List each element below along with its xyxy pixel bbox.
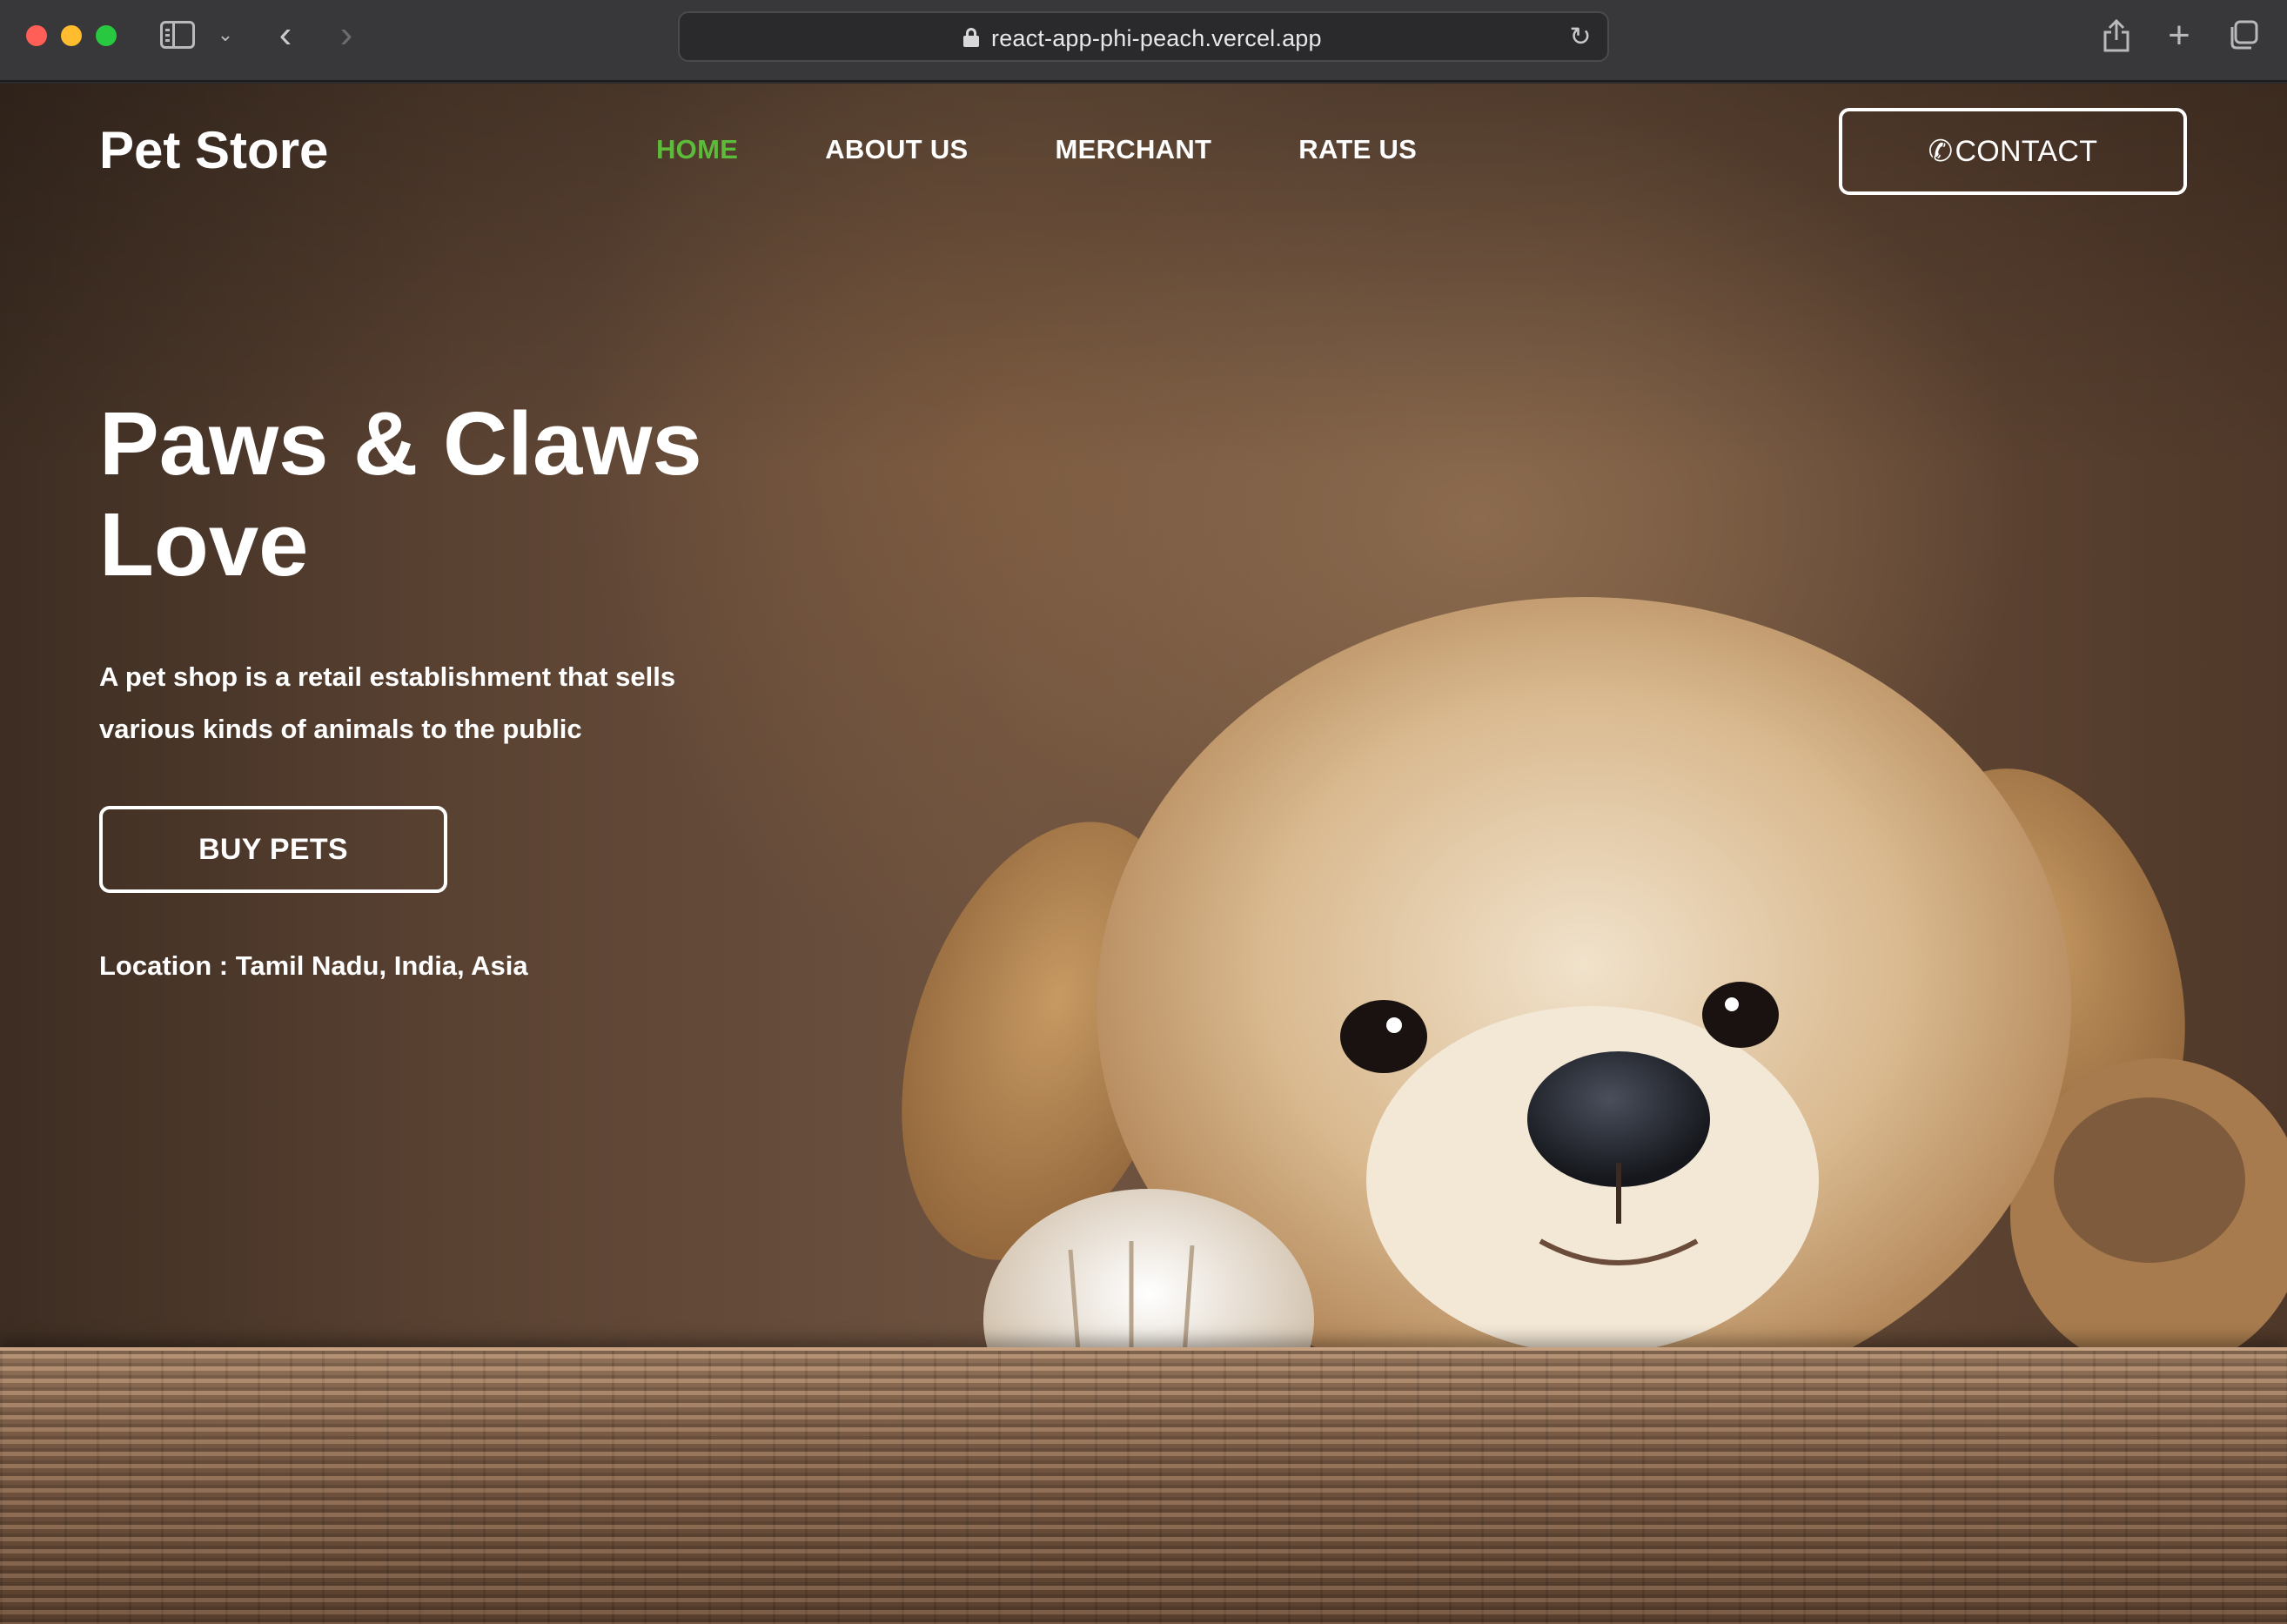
url-text[interactable]: react-app-phi-peach.vercel.app xyxy=(991,25,1322,52)
nav-merchant[interactable]: MERCHANT xyxy=(1056,134,1212,165)
hero-title: Paws & Claws Love xyxy=(99,393,702,595)
nav-about-us[interactable]: ABOUT US xyxy=(825,134,968,165)
back-arrow-icon[interactable]: ‹ xyxy=(268,13,303,56)
hero-title-line-2: Love xyxy=(99,494,309,594)
nav-home[interactable]: HOME xyxy=(656,134,738,165)
close-window-button[interactable] xyxy=(26,25,47,46)
nav-rate-us[interactable]: RATE US xyxy=(1298,134,1417,165)
reload-icon[interactable]: ↻ xyxy=(1566,22,1595,51)
phone-icon: ✆ xyxy=(1928,135,1954,168)
buy-pets-button[interactable]: BUY PETS xyxy=(99,806,447,893)
chevron-down-icon[interactable]: ⌄ xyxy=(214,19,237,50)
brand-logo[interactable]: Pet Store xyxy=(99,120,328,180)
forward-arrow-icon[interactable]: › xyxy=(329,13,364,56)
share-icon[interactable] xyxy=(2099,14,2134,57)
puppy-image xyxy=(902,597,2287,1441)
lock-icon xyxy=(963,28,979,47)
new-tab-icon[interactable]: + xyxy=(2162,14,2196,57)
zoom-window-button[interactable] xyxy=(96,25,117,46)
address-bar[interactable]: react-app-phi-peach.vercel.app ↻ xyxy=(678,11,1609,62)
browser-toolbar: ⌄ ‹ › react-app-phi-peach.vercel.app ↻ + xyxy=(0,0,2287,82)
contact-label: CONTACT xyxy=(1955,134,2098,168)
location-text: Location : Tamil Nadu, India, Asia xyxy=(99,950,528,981)
contact-button[interactable]: ✆ CONTACT xyxy=(1839,108,2187,195)
hero-description: A pet shop is a retail establishment tha… xyxy=(99,661,676,744)
sidebar-toggle-icon[interactable] xyxy=(158,19,197,50)
hero-title-line-1: Paws & Claws xyxy=(99,393,702,493)
hero-section: Pet Store HOME ABOUT US MERCHANT RATE US… xyxy=(0,84,2287,1624)
wooden-ledge xyxy=(0,1347,2287,1624)
tab-overview-icon[interactable] xyxy=(2226,17,2261,52)
minimize-window-button[interactable] xyxy=(61,25,82,46)
main-nav: HOME ABOUT US MERCHANT RATE US xyxy=(656,134,1504,165)
